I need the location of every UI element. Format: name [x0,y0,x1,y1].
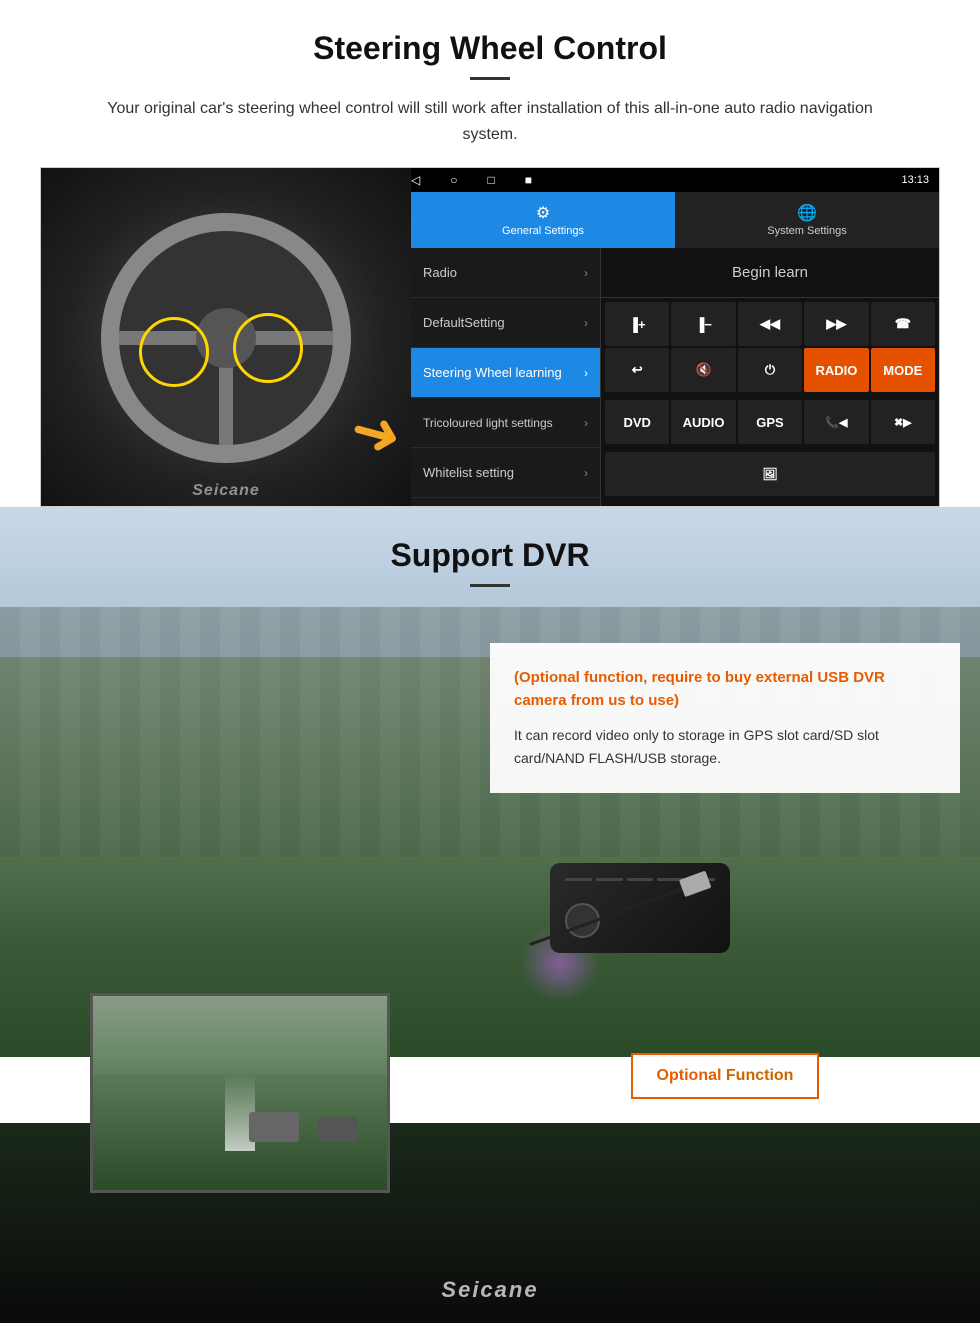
tab-general-label: General Settings [502,225,584,237]
settings-menu: Radio › DefaultSetting › Steering Wheel … [411,248,601,506]
dvr-camera-product [490,813,960,1033]
dvr-seicane-footer: Seicane [441,1277,538,1303]
ctrl-skip-next[interactable]: ✖▶ [871,400,935,444]
menu-radio-label: Radio [423,265,457,280]
menu-steering-wheel[interactable]: Steering Wheel learning › [411,348,600,398]
dvr-title-area: Support DVR [0,507,980,613]
menu-tricoloured-label: Tricoloured light settings [423,416,553,430]
title-divider [470,77,510,80]
menu-whitelist[interactable]: Whitelist setting › [411,448,600,498]
steering-wheel-photo: ➜ Seicane [41,168,411,507]
ctrl-gps[interactable]: GPS [738,400,802,444]
ctrl-power[interactable]: ⏻ [738,348,802,392]
dvr-right-panel: (Optional function, require to buy exter… [470,623,980,1323]
ctrl-mute[interactable]: 🔇 [671,348,735,392]
steering-section: Steering Wheel Control Your original car… [0,0,980,507]
usb-connector [679,871,711,897]
settings-content: Begin learn ▐+ ▐− ◀◀ ▶▶ ☎ ↩ 🔇 ⏻ RADIO MO… [601,248,939,506]
dvr-description: It can record video only to storage in G… [514,724,936,769]
optional-function-container: Optional Function [490,1043,960,1099]
ctrl-prev[interactable]: ◀◀ [738,302,802,346]
dvr-divider [470,584,510,587]
wheel-background: ➜ [41,168,411,507]
tab-system-settings[interactable]: 🌐 System Settings [675,192,939,248]
nav-back-icon: ◁ [411,173,420,187]
ctrl-call-prev[interactable]: 📞◀ [804,400,868,444]
wheel-ring [101,213,351,463]
ctrl-radio[interactable]: RADIO [804,348,868,392]
optional-label: Optional [657,1067,722,1084]
function-label: Function [726,1067,794,1084]
camera-body [550,863,730,953]
ctrl-extra[interactable]: 🖼 [605,452,935,496]
status-time: 13:13 [901,174,929,186]
menu-tricoloured-chevron: › [584,416,588,430]
general-settings-icon: ⚙ [536,203,550,223]
steering-mockup: ➜ Seicane ◁ ○ □ ■ 13:13 ⚙ General Settin… [40,167,940,507]
dvr-info-box: (Optional function, require to buy exter… [490,643,960,793]
control-buttons-row3: 🖼 [601,448,939,500]
menu-default-setting[interactable]: DefaultSetting › [411,298,600,348]
dvr-optional-text: (Optional function, require to buy exter… [514,667,936,712]
ctrl-next[interactable]: ▶▶ [804,302,868,346]
panel-body: Radio › DefaultSetting › Steering Wheel … [411,248,939,506]
ctrl-vol-up[interactable]: ▐+ [605,302,669,346]
dvr-section: Support DVR (Optional function, require … [0,507,980,1323]
thumbnail-inner [93,996,387,1190]
dvr-left-panel [0,623,470,1323]
tab-general-settings[interactable]: ⚙ General Settings [411,192,675,248]
menu-tricoloured[interactable]: Tricoloured light settings › [411,398,600,448]
vent-3 [627,878,654,881]
menu-radio-chevron: › [584,266,588,280]
begin-learn-row: Begin learn [601,248,939,298]
vent-1 [565,878,592,881]
menu-default-chevron: › [584,316,588,330]
android-ui-panel: ◁ ○ □ ■ 13:13 ⚙ General Settings 🌐 Syste… [411,168,939,506]
dvr-title: Support DVR [0,537,980,574]
control-buttons-row1: ▐+ ▐− ◀◀ ▶▶ ☎ ↩ 🔇 ⏻ RADIO MODE [601,298,939,396]
vent-2 [596,878,623,881]
steering-description: Your original car's steering wheel contr… [80,96,900,147]
control-buttons-row2: DVD AUDIO GPS 📞◀ ✖▶ [601,396,939,448]
usb-cable [529,881,699,945]
menu-default-label: DefaultSetting [423,315,505,330]
highlight-circle-right [233,313,303,383]
tab-system-label: System Settings [767,225,846,237]
ctrl-audio[interactable]: AUDIO [671,400,735,444]
highlight-circle-left [139,317,209,387]
begin-learn-label[interactable]: Begin learn [732,264,808,281]
menu-steering-chevron: › [584,366,588,380]
arrow-pointer: ➜ [343,393,410,474]
steering-title: Steering Wheel Control [40,30,940,67]
dvr-content: (Optional function, require to buy exter… [0,623,980,1323]
nav-menu-icon: ■ [525,173,532,187]
dvr-thumbnail [90,993,390,1193]
android-nav-bar: ◁ ○ □ ■ 13:13 [411,168,939,192]
ctrl-hangup[interactable]: ↩ [605,348,669,392]
steering-seicane-watermark: Seicane [192,482,259,500]
ctrl-dvd[interactable]: DVD [605,400,669,444]
menu-whitelist-label: Whitelist setting [423,465,514,480]
menu-radio[interactable]: Radio › [411,248,600,298]
nav-home-icon: ○ [450,173,457,187]
menu-whitelist-chevron: › [584,466,588,480]
ctrl-mode[interactable]: MODE [871,348,935,392]
ctrl-vol-down[interactable]: ▐− [671,302,735,346]
optional-function-box: Optional Function [631,1053,820,1099]
menu-steering-label: Steering Wheel learning [423,365,562,380]
nav-recents-icon: □ [487,173,494,187]
settings-tab-row: ⚙ General Settings 🌐 System Settings [411,192,939,248]
system-settings-icon: 🌐 [797,203,817,223]
ctrl-phone[interactable]: ☎ [871,302,935,346]
